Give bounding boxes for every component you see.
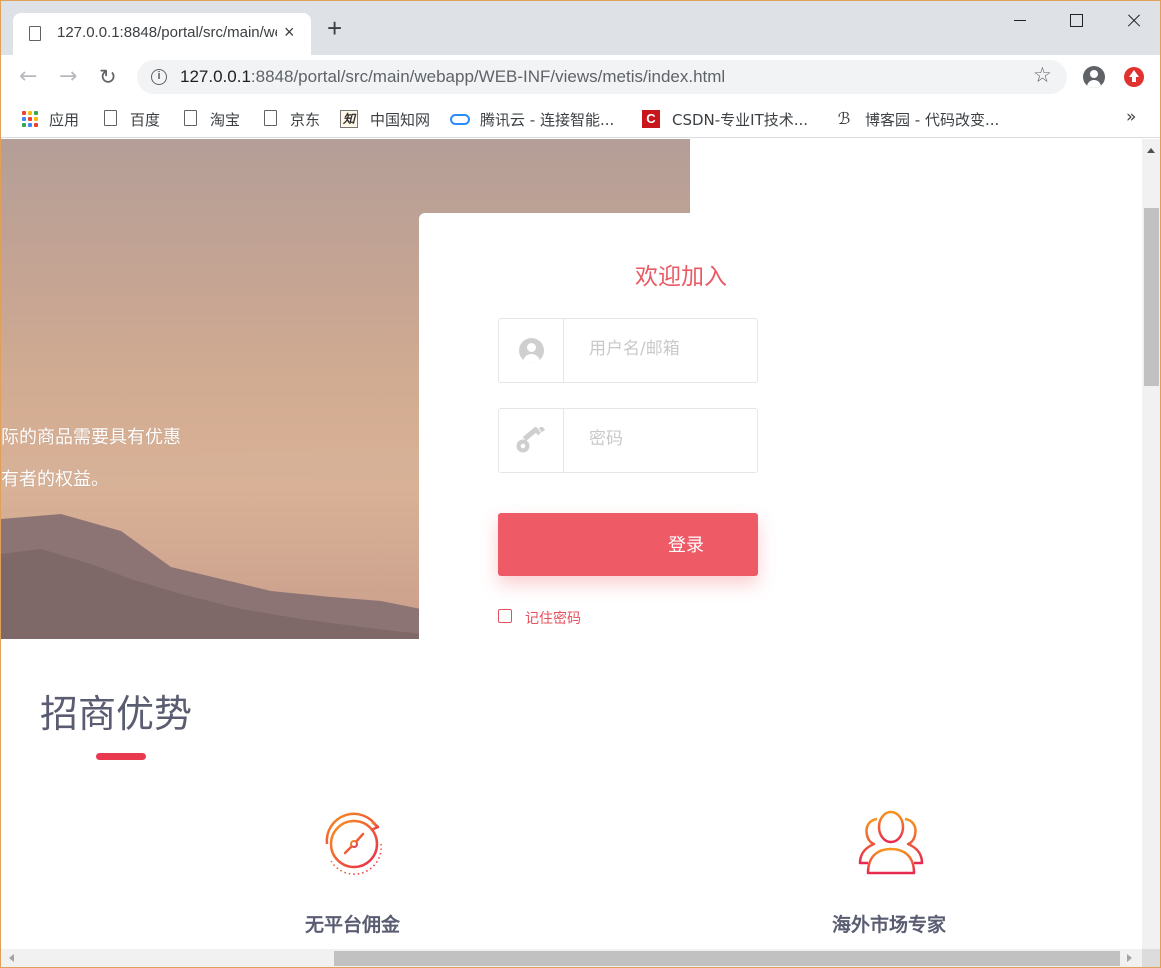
bookmark-cnblogs[interactable]: ℬ 博客园 - 代码改变...: [835, 108, 1010, 130]
login-button[interactable]: 登录: [498, 513, 758, 576]
people-icon: [858, 810, 924, 875]
bookmark-apps[interactable]: 应用: [21, 108, 91, 130]
remember-checkbox[interactable]: [498, 609, 512, 623]
url-host: 127.0.0.1: [180, 67, 251, 86]
cloud-icon: [450, 114, 470, 125]
bookmark-label: 淘宝: [210, 111, 241, 129]
remember-label: 记住密码: [525, 611, 581, 627]
login-title: 欢迎加入: [635, 264, 727, 290]
bookmark-label: 中国知网: [370, 111, 431, 129]
tab-close-button[interactable]: ×: [284, 22, 295, 43]
vertical-scrollbar[interactable]: [1142, 139, 1160, 949]
feature-label: 海外市场专家: [832, 914, 947, 936]
section-underline: [96, 753, 146, 760]
minimize-button[interactable]: [997, 7, 1043, 35]
extension-icon[interactable]: [1124, 67, 1144, 87]
bookmark-label: 京东: [290, 111, 321, 129]
horizontal-scroll-thumb[interactable]: [334, 951, 1120, 966]
tab-strip: 127.0.0.1:8848/portal/src/main/webapp/WE…: [1, 1, 1160, 55]
password-field[interactable]: [498, 408, 758, 473]
bookmark-label: 腾讯云 - 连接智能...: [480, 111, 615, 129]
csdn-logo-icon: C: [642, 110, 660, 128]
profile-icon[interactable]: [1083, 66, 1105, 88]
tab-active[interactable]: 127.0.0.1:8848/portal/src/main/webapp/WE…: [13, 13, 311, 55]
scrollbar-corner: [1142, 949, 1160, 967]
bookmark-csdn[interactable]: C CSDN-专业IT技术...: [642, 108, 822, 130]
bookmark-tencent-cloud[interactable]: 腾讯云 - 连接智能...: [450, 108, 625, 130]
password-icon-box: [499, 409, 564, 472]
username-field[interactable]: [498, 318, 758, 383]
hero-text-line: 有者的权益。: [1, 469, 109, 490]
section-title: 招商优势: [40, 692, 193, 736]
page-viewport: 际的商品需要具有优惠 有者的权益。 欢迎加入 用户名/邮箱 登录 记住密码 招商…: [1, 139, 1142, 949]
window-close-button[interactable]: [1109, 7, 1155, 35]
page-icon: [29, 26, 41, 41]
bookmarks-overflow-button[interactable]: »: [1126, 107, 1136, 127]
hero-text-line: 际的商品需要具有优惠: [1, 427, 181, 448]
forward-button[interactable]: →: [59, 64, 77, 89]
reload-button[interactable]: ↻: [99, 65, 117, 89]
address-bar[interactable]: i 127.0.0.1:8848/portal/src/main/webapp/…: [137, 60, 1067, 94]
cnki-logo-icon: 知: [340, 110, 358, 128]
back-button[interactable]: ←: [19, 64, 37, 89]
bookmark-label: 应用: [49, 111, 80, 129]
cnblogs-logo-icon: ℬ: [837, 109, 851, 128]
bookmarks-bar: 应用 百度 淘宝 京东 知 中国知网 腾讯云 - 连接智能... C CSDN-…: [1, 100, 1160, 138]
bookmark-taobao[interactable]: 淘宝: [182, 108, 252, 130]
page-icon: [264, 110, 277, 126]
url-text[interactable]: 127.0.0.1:8848/portal/src/main/webapp/WE…: [180, 67, 725, 87]
toolbar: ← → ↻ i 127.0.0.1:8848/portal/src/main/w…: [1, 55, 1160, 100]
bookmark-jd[interactable]: 京东: [262, 108, 332, 130]
login-button-label: 登录: [668, 535, 704, 556]
browser-window: 127.0.0.1:8848/portal/src/main/webapp/WE…: [0, 0, 1161, 968]
username-input[interactable]: [589, 339, 749, 359]
site-info-icon[interactable]: i: [151, 69, 167, 85]
scroll-left-arrow-icon[interactable]: [9, 954, 14, 962]
login-card: 欢迎加入 用户名/邮箱 登录 记住密码: [419, 213, 758, 653]
new-tab-button[interactable]: +: [327, 15, 342, 41]
bookmark-baidu[interactable]: 百度: [102, 108, 172, 130]
scroll-up-arrow-icon[interactable]: [1147, 148, 1155, 153]
scroll-right-arrow-icon[interactable]: [1127, 954, 1132, 962]
key-icon: [516, 427, 545, 453]
clock-icon: [325, 812, 382, 875]
password-input[interactable]: [589, 429, 749, 449]
bookmark-cnki[interactable]: 知 中国知网: [340, 108, 440, 130]
page-icon: [184, 110, 197, 126]
vertical-scroll-thumb[interactable]: [1144, 208, 1159, 386]
username-icon-box: [499, 319, 564, 382]
page-icon: [104, 110, 117, 126]
bookmark-label: CSDN-专业IT技术...: [672, 111, 809, 129]
feature-label: 无平台佣金: [305, 914, 401, 936]
maximize-button[interactable]: [1053, 7, 1099, 35]
apps-grid-icon: [21, 110, 39, 128]
horizontal-scrollbar[interactable]: [1, 949, 1142, 967]
bookmark-star-icon[interactable]: ☆: [1033, 63, 1052, 87]
tab-title: 127.0.0.1:8848/portal/src/main/webapp/WE…: [57, 24, 277, 41]
url-path: :8848/portal/src/main/webapp/WEB-INF/vie…: [250, 67, 726, 86]
bookmark-label: 百度: [130, 111, 161, 129]
bookmark-label: 博客园 - 代码改变...: [865, 111, 1000, 129]
user-icon: [519, 338, 544, 363]
